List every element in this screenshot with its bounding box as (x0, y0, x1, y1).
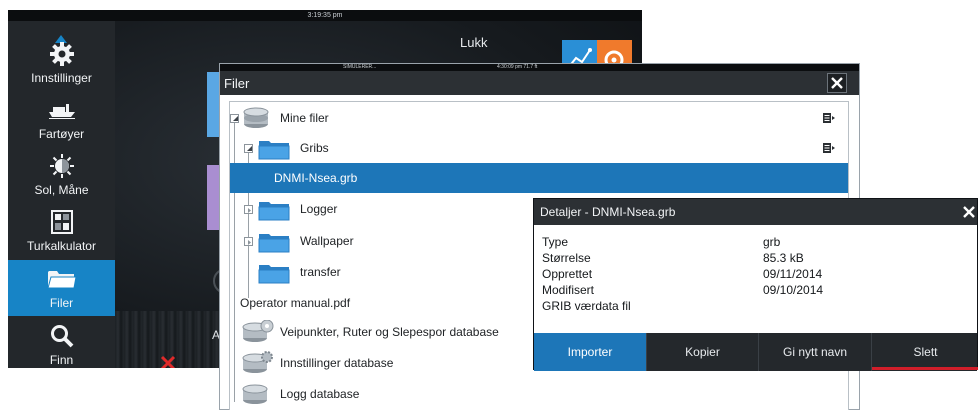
sidebar-item-label: Finn (49, 353, 74, 367)
close-icon (831, 77, 843, 89)
top-status-bar: 3:19:35 pm (8, 10, 642, 21)
sidebar-item-files[interactable]: Filer (8, 260, 115, 316)
close-button[interactable] (959, 202, 978, 222)
tree-row-label: DNMI-Nsea.grb (274, 171, 358, 185)
sidebar-item-label: Fartøyer (38, 127, 85, 141)
dialog-title: Detaljer - DNMI-Nsea.grb (540, 205, 676, 219)
collapse-toggle[interactable] (244, 144, 253, 153)
database-icon (242, 351, 273, 373)
database-icon (243, 107, 269, 128)
tree-row-label: Gribs (300, 141, 329, 155)
expand-toggle[interactable] (244, 205, 253, 214)
sidebar-item-vessels[interactable]: Fartøyer (8, 91, 115, 147)
tree-row-label: Innstillinger database (280, 356, 394, 370)
expand-toggle[interactable] (244, 237, 253, 246)
database-icon (242, 384, 268, 404)
title-bar: Filer (220, 71, 859, 95)
sidebar-item-trip-calculator[interactable]: Turkalkulator (8, 203, 115, 259)
simulation-status: SIMULERER... (343, 64, 377, 70)
tree-row-label: Veipunkter, Ruter og Slepespor database (280, 325, 499, 339)
tree-row-grib-file[interactable]: DNMI-Nsea.grb (230, 163, 848, 193)
time-depth-status: 4:30:09 pm 71.7 ft (497, 64, 538, 70)
context-menu-icon[interactable] (823, 113, 835, 123)
context-menu-icon[interactable] (823, 143, 835, 153)
tree-row-label: Mine filer (280, 111, 329, 125)
close-label[interactable]: Lukk (460, 35, 487, 50)
folder-icon (8, 266, 115, 292)
sidebar-item-label: Innstillinger (31, 71, 92, 85)
tree-row-label: Logg database (280, 387, 360, 401)
property-key: Type (542, 235, 569, 249)
property-key: GRIB værdata fil (542, 299, 631, 313)
window-title: Filer (224, 76, 250, 91)
title-bar: Detaljer - DNMI-Nsea.grb (534, 199, 977, 225)
close-button[interactable] (827, 73, 847, 93)
tree-row-label: Operator manual.pdf (240, 296, 351, 310)
search-icon (8, 323, 115, 349)
tree-row-label: Wallpaper (300, 234, 354, 248)
folder-icon (258, 141, 290, 160)
rename-button[interactable]: Gi nytt navn (759, 333, 872, 371)
sidebar-item-find[interactable]: Finn (8, 317, 115, 368)
property-value: 85.3 kB (763, 251, 804, 265)
property-key: Opprettet (542, 267, 593, 281)
tree-row-gribs[interactable]: Gribs (230, 133, 848, 163)
close-icon[interactable] (160, 355, 176, 368)
close-icon (963, 206, 975, 218)
clock-text: 3:19:35 pm (307, 12, 343, 19)
import-button[interactable]: Importer (534, 333, 647, 371)
property-key: Størrelse (542, 251, 591, 265)
tree-row-log-db[interactable]: Logg database (230, 379, 848, 409)
folder-icon (258, 265, 290, 284)
action-bar: Importer Kopier Gi nytt navn Slett (534, 333, 977, 371)
sun-moon-icon (8, 153, 115, 179)
tree-row-label: Logger (300, 202, 338, 216)
sidebar-item-settings[interactable]: Innstillinger (8, 35, 115, 91)
database-icon (242, 320, 274, 342)
property-key: Modifisert (542, 283, 595, 297)
tree-row-label: transfer (300, 265, 341, 279)
property-value: 09/10/2014 (763, 283, 824, 297)
calculator-icon (8, 209, 115, 235)
collapse-toggle[interactable] (230, 114, 239, 123)
vessel-icon (8, 97, 115, 123)
folder-icon (258, 202, 290, 221)
delete-indicator (872, 367, 978, 370)
sidebar-item-label: Turkalkulator (27, 239, 96, 253)
tree-row-my-files[interactable]: Mine filer (230, 103, 848, 133)
sidebar-item-sun-moon[interactable]: Sol, Måne (8, 147, 115, 203)
property-value: grb (763, 235, 781, 249)
copy-button[interactable]: Kopier (647, 333, 759, 371)
property-value: 09/11/2014 (763, 267, 823, 281)
sidebar-item-label: Filer (49, 296, 74, 310)
sidebar-item-label: Sol, Måne (34, 183, 89, 197)
folder-icon (258, 234, 290, 253)
details-dialog: Detaljer - DNMI-Nsea.grb Type grb Større… (533, 198, 978, 371)
delete-button[interactable]: Slett (872, 333, 978, 371)
gear-icon (8, 41, 115, 67)
status-bar: SIMULERER... 4:30:09 pm 71.7 ft (220, 64, 859, 71)
sidebar: Innstillinger Fartøyer Sol, Måne Turkalk… (8, 21, 115, 368)
